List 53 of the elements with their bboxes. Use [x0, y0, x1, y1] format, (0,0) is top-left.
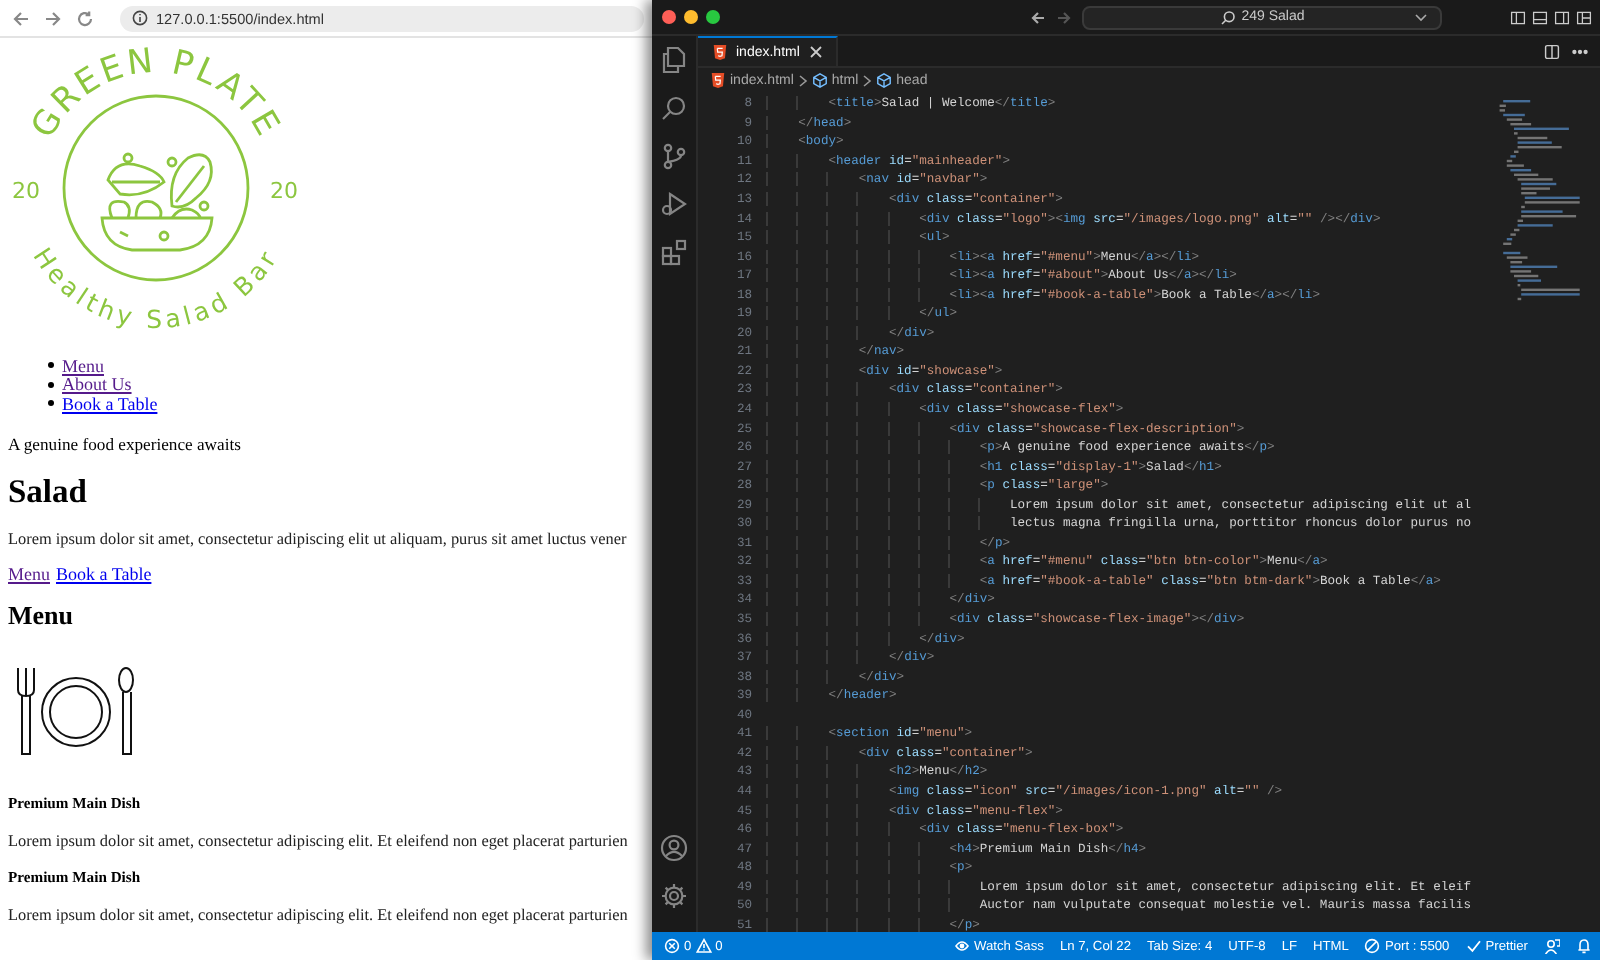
- nav-link[interactable]: Menu: [8, 563, 50, 584]
- account-icon[interactable]: [660, 834, 688, 862]
- fork-plate-spoon-icon: [12, 665, 140, 758]
- section-heading: Menu: [8, 599, 73, 632]
- search-icon[interactable]: [660, 94, 688, 122]
- back-arrow-icon[interactable]: [12, 9, 30, 27]
- page-heading: Salad: [8, 471, 87, 512]
- nav-link[interactable]: Menu: [62, 355, 104, 376]
- dish-description: Lorem ipsum dolor sit amet, consectetur adipiscing elit. Et eleifend non eget placerat parturien: [8, 905, 628, 924]
- list-bullet: [48, 400, 54, 407]
- forward-arrow-icon[interactable]: [44, 9, 62, 27]
- split-editor-icon[interactable]: [1544, 43, 1560, 59]
- chevron-down-icon: [1414, 11, 1428, 23]
- tagline-text: A genuine food experience awaits: [8, 433, 241, 454]
- element-cube-icon: [876, 72, 893, 88]
- reload-icon[interactable]: [76, 9, 94, 27]
- list-bullet: [48, 362, 54, 369]
- bell-icon[interactable]: [1576, 938, 1592, 954]
- back-arrow-icon[interactable]: [1030, 9, 1046, 25]
- layout-icon[interactable]: [1576, 9, 1592, 25]
- sidebar-toggle-icon[interactable]: [1510, 9, 1526, 25]
- nav-link[interactable]: Book a Table: [62, 393, 158, 414]
- chevron-right-icon: [797, 73, 808, 87]
- extensions-icon[interactable]: [660, 238, 688, 266]
- circle-slash-icon: [1364, 938, 1381, 954]
- nav-link[interactable]: Book a Table: [56, 563, 152, 584]
- run-debug-icon[interactable]: [660, 190, 688, 218]
- secondary-sidebar-icon[interactable]: [1554, 9, 1570, 25]
- chevron-right-icon: [862, 73, 873, 87]
- error-icon: [664, 938, 680, 954]
- dish-description: Lorem ipsum dolor sit amet, consectetur adipiscing elit. Et eleifend non eget placerat parturien: [8, 831, 628, 850]
- info-icon: [132, 10, 148, 26]
- files-icon[interactable]: [660, 46, 688, 74]
- close-window-button[interactable]: [662, 10, 676, 24]
- logo-year: 20: [12, 178, 40, 204]
- search-icon: [1219, 9, 1236, 25]
- settings-icon[interactable]: [660, 882, 688, 910]
- html-file-icon: [712, 44, 728, 60]
- logo-year: 20: [270, 178, 298, 204]
- person-feedback-icon[interactable]: [1544, 938, 1560, 954]
- lead-paragraph: Lorem ipsum dolor sit amet, consectetur adipiscing elit ut aliquam, purus sit amet luctus vener: [8, 529, 627, 548]
- element-cube-icon: [811, 72, 828, 88]
- panel-toggle-icon[interactable]: [1532, 9, 1548, 25]
- check-icon: [1465, 938, 1482, 954]
- list-bullet: [48, 381, 54, 388]
- zoom-window-button[interactable]: [706, 10, 720, 24]
- eye-icon: [954, 938, 970, 954]
- minimize-window-button[interactable]: [684, 10, 698, 24]
- branch-icon[interactable]: [660, 142, 688, 170]
- warning-icon: [695, 938, 712, 954]
- close-icon[interactable]: [807, 44, 824, 60]
- html-file-icon: [710, 72, 726, 88]
- nav-link[interactable]: About Us: [62, 374, 132, 395]
